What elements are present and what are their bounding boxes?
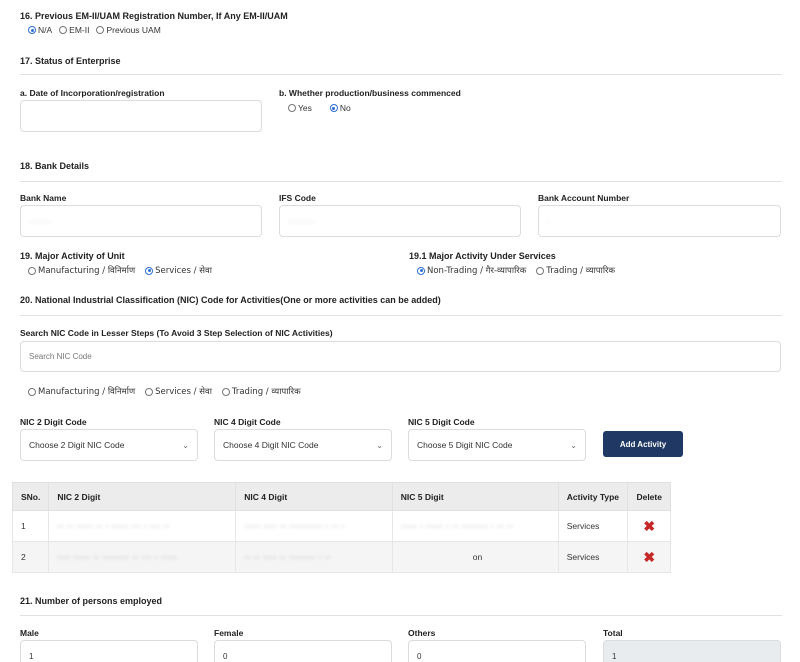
radio-dot[interactable] (28, 387, 36, 396)
production-radio-group: Yes No (288, 103, 351, 113)
col-activity-type: Activity Type (557, 482, 629, 511)
account-number-label: Bank Account Number (538, 193, 630, 203)
nic2-label: NIC 2 Digit Code (20, 417, 87, 427)
em-ii-radio-group: N/A EM-II Previous UAM (28, 25, 161, 35)
cell-nic5: ····· · ····· · ·· ········ · ·· ·· (391, 510, 559, 542)
divider (20, 74, 782, 75)
radio-no[interactable]: No (329, 103, 351, 113)
cell-delete: ✖ (627, 510, 671, 542)
date-incorporation-input[interactable] (20, 100, 262, 132)
divider (20, 181, 782, 182)
radio-dot[interactable] (96, 26, 105, 34)
cell-sno: 1 (11, 510, 50, 542)
cell-delete: ✖ (627, 541, 671, 573)
total-label: Total (603, 628, 623, 638)
search-nic-label: Search NIC Code in Lesser Steps (To Avoi… (20, 328, 333, 338)
cell-sno: 2 (11, 541, 50, 573)
radio-filter-services[interactable]: Services / सेवा (145, 386, 212, 397)
others-input[interactable]: 0 (408, 640, 586, 662)
cell-activity-type: Services (557, 510, 629, 542)
section-19-title: 19. Major Activity of Unit (20, 251, 125, 261)
col-nic2: NIC 2 Digit (48, 482, 237, 511)
nic-filter-radio-group: Manufacturing / विनिर्माण Services / सेव… (28, 386, 301, 397)
chevron-down-icon: ⌄ (570, 440, 577, 450)
divider (20, 615, 782, 616)
major-activity-radio-group: Manufacturing / विनिर्माण Services / सेव… (28, 265, 212, 276)
section-19-1-title: 19.1 Major Activity Under Services (409, 251, 556, 261)
bank-name-label: Bank Name (20, 193, 67, 203)
table-row: 2 ···· ····· ·· ········ ·· ··· · ····· … (11, 541, 671, 573)
search-nic-input[interactable]: Search NIC Code (20, 341, 781, 372)
table-header-row: SNo. NIC 2 Digit NIC 4 Digit NIC 5 Digit… (11, 482, 671, 511)
cell-nic5: on (391, 541, 559, 573)
radio-dot[interactable] (28, 266, 36, 275)
delete-x-icon[interactable]: ✖ (643, 549, 655, 565)
chevron-down-icon: ⌄ (376, 440, 383, 450)
section-17-title: 17. Status of Enterprise (20, 56, 121, 66)
cell-nic4: ·· ·· ···· ·· ········ · ·· (235, 541, 393, 573)
male-input[interactable]: 1 (20, 640, 198, 662)
section-20-title: 20. National Industrial Classification (… (20, 295, 441, 305)
nic5-label: NIC 5 Digit Code (408, 417, 475, 427)
col-delete: Delete (627, 482, 671, 511)
add-activity-button[interactable]: Add Activity (603, 431, 683, 457)
col-nic5: NIC 5 Digit (391, 482, 559, 511)
cell-nic2: ···· ····· ·· ········ ·· ··· · ····· (48, 541, 237, 573)
nic-activity-table: SNo. NIC 2 Digit NIC 4 Digit NIC 5 Digit… (11, 482, 671, 573)
radio-non-trading[interactable]: Non-Trading / गैर-व्यापारिक (417, 265, 526, 276)
nic2-select[interactable]: Choose 2 Digit NIC Code ⌄ (20, 429, 198, 461)
radio-dot[interactable] (59, 26, 68, 34)
radio-dot[interactable] (329, 104, 338, 112)
account-number-input[interactable]: · (538, 205, 781, 237)
radio-filter-manufacturing[interactable]: Manufacturing / विनिर्माण (28, 386, 135, 397)
section-21-title: 21. Number of persons employed (20, 596, 163, 606)
table-row: 1 ·· ·· ····· ·· · ····· ··· · ··· ·· ··… (11, 510, 671, 542)
radio-previous-uam[interactable]: Previous UAM (96, 25, 161, 35)
radio-em-ii[interactable]: EM-II (59, 25, 89, 35)
radio-dot[interactable] (221, 387, 230, 396)
date-incorporation-label: a. Date of Incorporation/registration (20, 88, 165, 98)
female-input[interactable]: 0 (214, 640, 392, 662)
production-commenced-label: b. Whether production/business commenced (279, 88, 461, 98)
radio-filter-trading[interactable]: Trading / व्यापारिक (221, 386, 301, 397)
section-16-title: 16. Previous EM-II/UAM Registration Numb… (20, 11, 288, 21)
radio-na[interactable]: N/A (28, 25, 52, 35)
radio-dot[interactable] (417, 266, 425, 275)
cell-nic4: ····· ···· ·· ·········· · ·· · (235, 510, 393, 542)
radio-dot[interactable] (28, 26, 36, 34)
ifs-code-label: IFS Code (279, 193, 316, 203)
radio-dot[interactable] (145, 387, 154, 396)
nic4-select[interactable]: Choose 4 Digit NIC Code ⌄ (214, 429, 392, 461)
radio-dot[interactable] (288, 104, 296, 112)
radio-yes[interactable]: Yes (288, 103, 312, 113)
radio-manufacturing[interactable]: Manufacturing / विनिर्माण (28, 265, 135, 276)
radio-dot[interactable] (536, 266, 545, 275)
col-nic4: NIC 4 Digit (235, 482, 393, 511)
cell-activity-type: Services (557, 541, 629, 573)
bank-name-input[interactable]: ········ (20, 205, 262, 237)
chevron-down-icon: ⌄ (182, 440, 189, 450)
ifs-code-input[interactable]: ·········· (279, 205, 521, 237)
nic5-select[interactable]: Choose 5 Digit NIC Code ⌄ (408, 429, 586, 461)
services-activity-radio-group: Non-Trading / गैर-व्यापारिक Trading / व्… (417, 265, 615, 276)
radio-dot[interactable] (145, 266, 154, 275)
radio-trading[interactable]: Trading / व्यापारिक (536, 265, 615, 276)
male-label: Male (20, 628, 39, 638)
total-input: 1 (603, 640, 781, 662)
section-18-title: 18. Bank Details (20, 161, 90, 171)
radio-services[interactable]: Services / सेवा (145, 265, 212, 276)
delete-x-icon[interactable]: ✖ (643, 518, 655, 534)
female-label: Female (214, 628, 244, 638)
nic4-label: NIC 4 Digit Code (214, 417, 281, 427)
others-label: Others (408, 628, 436, 638)
cell-nic2: ·· ·· ····· ·· · ····· ··· · ··· ·· (48, 510, 237, 542)
divider (20, 315, 782, 316)
col-sno: SNo. (11, 482, 50, 511)
